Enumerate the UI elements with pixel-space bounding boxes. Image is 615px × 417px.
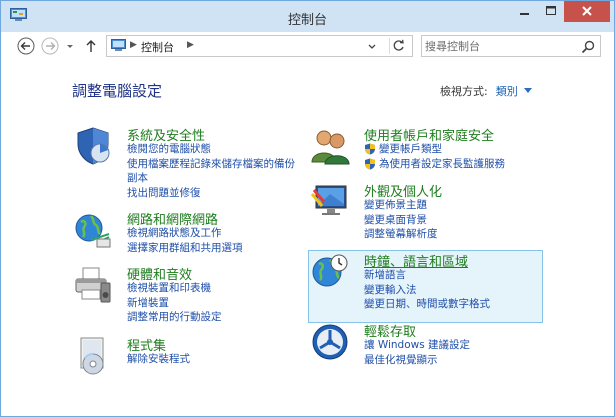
link-network-status[interactable]: 檢視網路狀態及工作 — [127, 226, 243, 241]
address-bar[interactable]: ▶ 控制台 ▶ — [106, 35, 413, 57]
link-homegroup[interactable]: 選擇家用群組和共用選項 — [127, 241, 243, 256]
address-dropdown-icon[interactable] — [362, 37, 381, 55]
view-by: 檢視方式: 類別 — [440, 83, 532, 99]
forward-arrow-icon[interactable] — [41, 37, 59, 55]
link-change-theme[interactable]: 變更佈景主題 — [364, 198, 438, 213]
breadcrumb-chevron-icon[interactable]: ▶ — [187, 40, 194, 50]
title-bar[interactable]: 控制台 — [1, 1, 614, 32]
link-file-history[interactable]: 使用檔案歷程記錄來儲存檔案的備份 — [127, 157, 295, 172]
link-text[interactable]: 變更帳戶類型 — [379, 143, 442, 155]
link-add-language[interactable]: 新增語言 — [364, 268, 490, 283]
clock-globe-icon[interactable] — [310, 252, 350, 292]
link-family-safety[interactable]: 為使用者設定家長監護服務 — [364, 157, 505, 172]
link-mobility[interactable]: 調整常用的行動設定 — [127, 310, 222, 325]
search-input[interactable] — [425, 38, 575, 54]
link-troubleshoot[interactable]: 找出問題並修復 — [127, 186, 295, 201]
link-uninstall[interactable]: 解除安裝程式 — [127, 352, 190, 367]
link-windows-suggest[interactable]: 讓 Windows 建議設定 — [364, 338, 470, 353]
link-add-device[interactable]: 新增裝置 — [127, 296, 222, 311]
refresh-icon[interactable] — [389, 38, 408, 54]
minimize-button[interactable] — [511, 1, 538, 22]
chevron-down-icon[interactable] — [64, 37, 76, 55]
link-screen-resolution[interactable]: 調整螢幕解析度 — [364, 227, 438, 242]
users-icon[interactable] — [310, 126, 350, 166]
breadcrumb[interactable]: 控制台 — [141, 39, 174, 55]
link-review-status[interactable]: 檢閱您的電腦狀態 — [127, 142, 295, 157]
uac-shield-icon — [365, 143, 375, 155]
link-desktop-background[interactable]: 變更桌面背景 — [364, 213, 438, 228]
ease-of-access-icon[interactable] — [310, 322, 350, 362]
back-arrow-icon[interactable] — [17, 37, 35, 55]
link-date-time-format[interactable]: 變更日期、時間或數字格式 — [364, 297, 490, 312]
link-file-history-cont[interactable]: 副本 — [127, 171, 295, 186]
up-arrow-icon[interactable] — [84, 37, 98, 55]
close-icon — [582, 6, 592, 16]
monitor-palette-icon[interactable] — [310, 182, 350, 222]
minimize-icon — [520, 13, 529, 15]
link-account-type[interactable]: 變更帳戶類型 — [364, 142, 505, 157]
programs-disc-icon[interactable] — [73, 336, 113, 376]
search-box[interactable] — [421, 35, 601, 57]
navigation-bar: ▶ 控制台 ▶ — [1, 32, 614, 60]
breadcrumb-chevron-icon[interactable]: ▶ — [130, 40, 137, 50]
view-by-dropdown[interactable]: 類別 — [496, 85, 518, 98]
maximize-icon — [546, 6, 556, 15]
main-content: 調整電腦設定 檢視方式: 類別 系統及安全性 檢閱您的電腦狀態 使用檔案歷程記錄來… — [1, 60, 614, 416]
link-optimize-visual[interactable]: 最佳化視覺顯示 — [364, 353, 470, 368]
search-icon[interactable] — [580, 39, 596, 55]
control-panel-icon — [111, 39, 126, 51]
printer-icon[interactable] — [73, 265, 113, 305]
shield-icon[interactable] — [73, 126, 113, 166]
maximize-button[interactable] — [538, 1, 564, 22]
view-by-label: 檢視方式: — [440, 85, 488, 98]
page-title: 調整電腦設定 — [72, 82, 163, 100]
link-devices-printers[interactable]: 檢視裝置和印表機 — [127, 281, 222, 296]
link-text[interactable]: 為使用者設定家長監護服務 — [379, 158, 505, 170]
network-globe-icon[interactable] — [73, 210, 113, 250]
chevron-down-icon[interactable] — [523, 88, 532, 93]
close-button[interactable] — [564, 1, 610, 22]
uac-shield-icon — [365, 158, 375, 169]
control-panel-window: 控制台 ▶ 控制台 ▶ 搜尋控制台 調整電腦設定 檢視方式: 類別 系統及安全性… — [0, 0, 615, 417]
link-input-method[interactable]: 變更輸入法 — [364, 283, 490, 298]
